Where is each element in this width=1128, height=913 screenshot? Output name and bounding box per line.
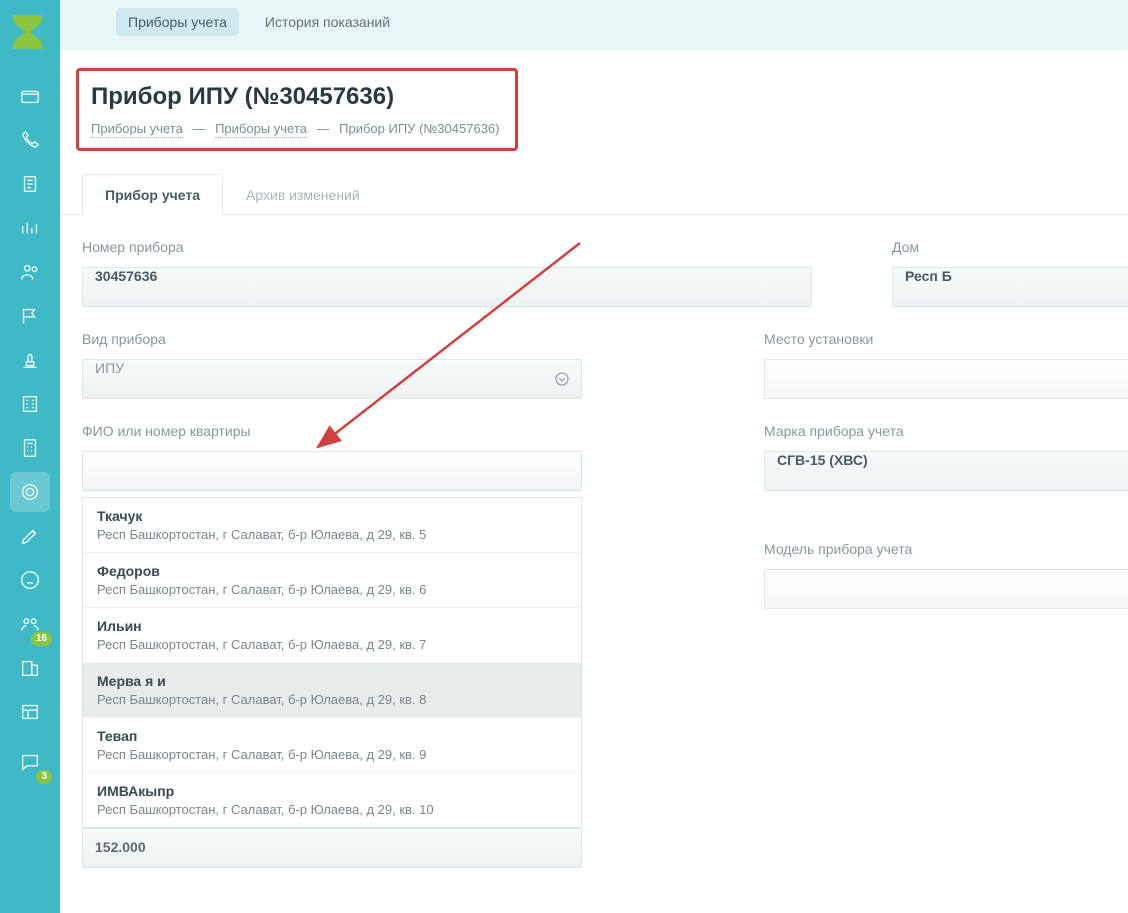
dropdown-item-name: Мерва я и [97,673,567,689]
label-fio: ФИО или номер квартиры [82,423,662,439]
label-model: Модель прибора учета [764,541,1128,557]
chat-icon[interactable]: 3 [10,742,50,782]
building2-icon[interactable] [10,648,50,688]
tab-archive[interactable]: Архив изменений [223,174,383,215]
breadcrumb-link-1[interactable]: Приборы учета [91,121,183,138]
dropdown-item-name: Тевап [97,728,567,744]
stamp-icon[interactable] [10,340,50,380]
label-house: Дом [892,239,1128,255]
tab-device[interactable]: Прибор учета [82,174,223,215]
face-sad-icon[interactable] [10,560,50,600]
dropdown-item-address: Респ Башкортостан, г Салават, б-р Юлаева… [97,637,567,652]
breadcrumb: Приборы учета — Приборы учета — Прибор И… [91,121,499,136]
app-logo[interactable] [6,8,54,56]
input-number[interactable]: 30457636 [82,267,812,307]
dropdown-item[interactable]: Мерва я и Респ Башкортостан, г Салават, б… [83,663,581,718]
dropdown-item-address: Респ Башкортостан, г Салават, б-р Юлаева… [97,747,567,762]
fio-dropdown-list[interactable]: Ткачук Респ Башкортостан, г Салават, б-р … [83,498,581,827]
dropdown-item-address: Респ Башкортостан, г Салават, б-р Юлаева… [97,527,567,542]
input-brand[interactable]: СГВ-15 (ХВС) [764,451,1128,491]
page-title: Прибор ИПУ (№30457636) [91,83,499,111]
breadcrumb-link-2[interactable]: Приборы учета [215,121,307,138]
dropdown-item-address: Респ Башкортостан, г Салават, б-р Юлаева… [97,582,567,597]
chat-badge: 3 [36,770,52,784]
dropdown-item-name: Ткачук [97,508,567,524]
dropdown-item[interactable]: Федоров Респ Башкортостан, г Салават, б-р… [83,553,581,608]
edit-icon[interactable] [10,516,50,556]
phone-icon[interactable] [10,120,50,160]
top-nav: Приборы учета История показаний [60,0,1128,44]
dropdown-item-address: Респ Башкортостан, г Салават, б-р Юлаева… [97,802,567,817]
layout-icon[interactable] [10,692,50,732]
chevron-down-icon [554,371,570,392]
dropdown-item-name: Федоров [97,563,567,579]
label-type: Вид прибора [82,331,662,347]
clipboard-icon[interactable] [10,164,50,204]
tabstrip: Прибор учета Архив изменений [60,173,1128,215]
users-icon[interactable] [10,252,50,292]
topnav-item-history[interactable]: История показаний [253,8,402,36]
building-icon[interactable] [10,384,50,424]
wallet-icon[interactable] [10,76,50,116]
dropdown-item[interactable]: ИМВАкыпр Респ Башкортостан, г Салават, б-… [83,773,581,827]
breadcrumb-current: Прибор ИПУ (№30457636) [339,121,499,136]
input-fio[interactable] [82,451,582,491]
dropdown-item-name: ИМВАкыпр [97,783,567,799]
input-model[interactable] [764,569,1128,609]
input-house[interactable]: Респ Б [892,267,1128,307]
fio-dropdown: Ткачук Респ Башкортостан, г Салават, б-р … [82,497,582,828]
dropdown-item[interactable]: Ильин Респ Башкортостан, г Салават, б-р Ю… [83,608,581,663]
dropdown-item-name: Ильин [97,618,567,634]
label-number: Номер прибора [82,239,812,255]
dropdown-item-address: Респ Башкортостан, г Салават, б-р Юлаева… [97,692,567,707]
dropdown-item[interactable]: Тевап Респ Башкортостан, г Салават, б-р Ю… [83,718,581,773]
meter-icon[interactable] [10,472,50,512]
label-place: Место установки [764,331,1128,347]
flag-icon[interactable] [10,296,50,336]
sidebar: 16 3 [0,0,60,913]
title-highlight-box: Прибор ИПУ (№30457636) Приборы учета — П… [76,68,518,151]
input-bottom-value[interactable]: 152.000 [82,828,582,868]
calculator-icon[interactable] [10,428,50,468]
dropdown-item[interactable]: Ткачук Респ Башкортостан, г Салават, б-р … [83,498,581,553]
select-type[interactable]: ИПУ [82,359,582,399]
label-brand: Марка прибора учета [764,423,1128,439]
group-icon[interactable]: 16 [10,604,50,644]
input-place[interactable] [764,359,1128,399]
chart-icon[interactable] [10,208,50,248]
topnav-item-meters[interactable]: Приборы учета [116,8,239,36]
form-area: Номер прибора 30457636 Дом Респ Б Вид пр… [60,215,1128,868]
group-badge: 16 [31,632,52,646]
